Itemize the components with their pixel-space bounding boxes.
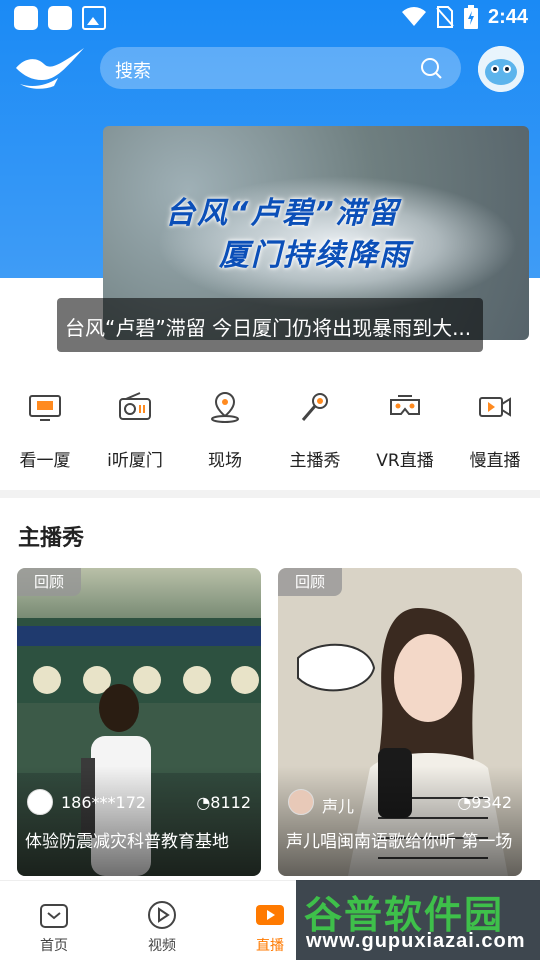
category-nav: 看一厦 i听厦门 现场 主播秀 VR直播 慢直播 [0,366,540,490]
banner-overlay-title: 台风“卢碧”滞留 [165,196,400,231]
watermark-url: www.gupuxiazai.com [306,930,526,952]
category-label: VR直播 [376,451,434,471]
mascot-icon [478,46,524,92]
tv-icon [29,395,61,421]
category-item[interactable]: 现场 [180,366,270,490]
no-sim-icon [436,6,454,28]
watermark: 谷普软件园 www.gupuxiazai.com [296,880,540,960]
category-label: 慢直播 [469,451,521,471]
view-count: ◔9342 [457,793,512,812]
location-pin-icon [211,391,239,423]
image-notification-icon [82,6,106,30]
user-avatar [27,789,53,815]
radio-icon [119,392,151,420]
wifi-icon [401,7,426,27]
category-item[interactable]: i听厦门 [90,366,180,490]
status-bar: 2:44 [0,0,540,36]
anchor-name: 186***172 [61,793,147,812]
section-divider [0,490,540,498]
search-bar[interactable]: 搜索 [100,47,461,89]
views-icon: ◔ [457,793,472,812]
tab-label: 视频 [148,938,176,954]
category-item[interactable]: 慢直播 [450,366,540,490]
section-title: 主播秀 [18,526,85,551]
notification-icon [14,6,38,30]
category-item[interactable]: VR直播 [360,366,450,490]
anchor-name: 声儿 [322,797,355,816]
vr-goggles-icon [390,395,420,415]
microphone-icon [301,393,328,421]
tab-label: 首页 [40,938,68,954]
replay-tag: 回顾 [17,568,81,596]
live-play-icon [256,905,284,925]
banner-caption-text: 台风“卢碧”滞留 今日厦门仍将出现暴雨到大... [65,316,472,340]
card-title: 体验防震减灾科普教育基地 [25,832,229,852]
battery-charging-icon [463,5,478,29]
user-avatar [288,789,314,815]
category-label: 现场 [208,451,242,471]
view-count: ◔8112 [196,793,251,812]
clock: 2:44 [487,5,528,28]
card-title: 声儿唱闽南语歌给你听 第一场 [286,832,513,852]
banner-overlay-subtitle: 厦门持续降雨 [219,238,411,273]
anchor-card[interactable]: 回顾 声儿 ◔9342 声儿唱闽南语歌给你听 第一场 [278,568,522,876]
category-item[interactable]: 主播秀 [270,366,360,490]
tab-home[interactable]: 首页 [0,881,108,961]
card-gradient [278,766,522,876]
anchor-card[interactable]: 回顾 186***172 ◔8112 体验防震减灾科普教育基地 [17,568,261,876]
replay-tag: 回顾 [278,568,342,596]
category-label: 主播秀 [289,451,341,471]
home-icon [40,904,68,928]
video-camera-icon [479,397,511,417]
play-circle-icon [148,901,176,929]
views-icon: ◔ [196,793,211,812]
notification-icon [48,6,72,30]
category-label: 看一厦 [19,451,71,471]
tab-video[interactable]: 视频 [108,881,216,961]
category-label: i听厦门 [107,451,163,471]
user-avatar[interactable] [478,46,524,92]
category-item[interactable]: 看一厦 [0,366,90,490]
app-logo[interactable] [14,44,86,92]
search-placeholder: 搜索 [115,61,151,82]
banner-caption[interactable]: 台风“卢碧”滞留 今日厦门仍将出现暴雨到大... [57,298,483,352]
card-gradient [17,766,261,876]
search-icon[interactable] [419,56,443,80]
